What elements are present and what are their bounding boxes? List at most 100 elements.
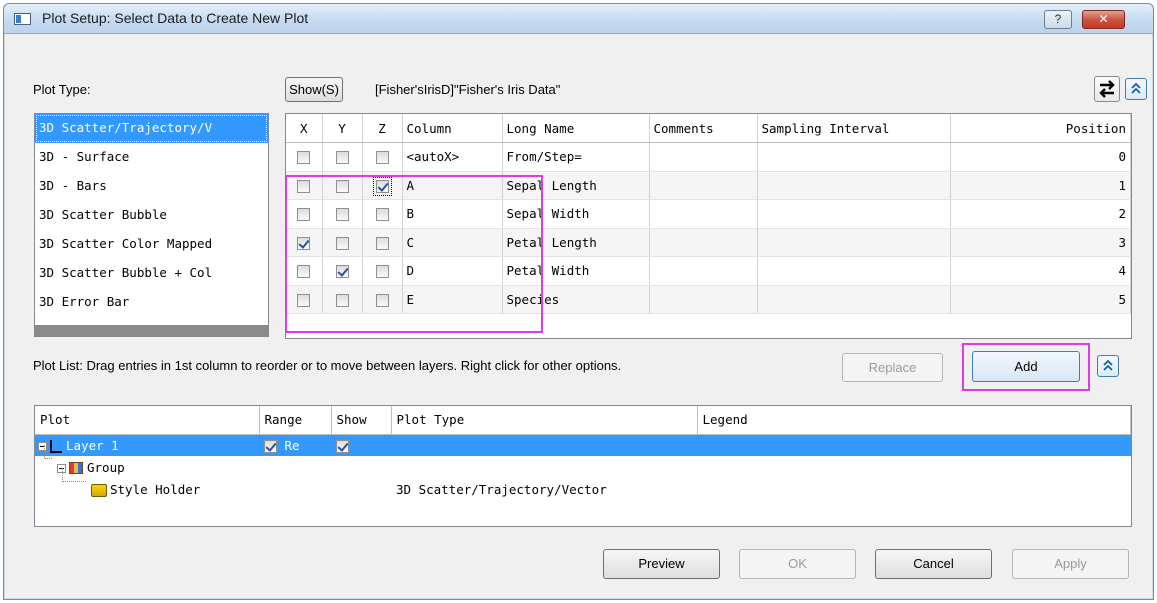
- window-icon: [14, 13, 31, 25]
- grid-cell-z: [362, 285, 403, 314]
- grid-cell-y: [322, 228, 363, 257]
- columns-grid[interactable]: X Y Z Column Long Name Comments Sampling…: [285, 113, 1132, 339]
- z-checkbox[interactable]: [372, 176, 392, 196]
- x-checkbox[interactable]: [297, 151, 311, 165]
- header-sampling-interval[interactable]: Sampling Interval: [757, 114, 951, 143]
- position-cell: 2: [950, 199, 1131, 229]
- plot-type-item[interactable]: 3D - Surface: [35, 143, 268, 172]
- grid-cell-y: [322, 171, 363, 200]
- y-checkbox[interactable]: [335, 265, 349, 279]
- header-position[interactable]: Position: [950, 114, 1131, 143]
- y-checkbox[interactable]: [335, 151, 349, 165]
- z-checkbox[interactable]: [375, 208, 389, 222]
- plot-type-label: Plot Type:: [33, 82, 91, 97]
- header-x[interactable]: X: [286, 114, 323, 143]
- layer-range-checkbox[interactable]: [264, 439, 277, 453]
- header-z[interactable]: Z: [362, 114, 403, 143]
- z-checkbox[interactable]: [375, 236, 389, 250]
- style-holder-label: Style Holder: [110, 481, 201, 497]
- y-checkbox[interactable]: [335, 208, 349, 222]
- grid-cell-x: [286, 228, 323, 257]
- plot-list-header-plot-type[interactable]: Plot Type: [391, 406, 698, 435]
- plot-list-row-layer[interactable]: Layer 1 Re: [35, 434, 1131, 456]
- style-holder-icon: [91, 483, 107, 497]
- x-checkbox[interactable]: [297, 293, 311, 307]
- cancel-button[interactable]: Cancel: [875, 549, 992, 579]
- sampling-interval-cell: [757, 199, 951, 229]
- grid-cell-x: [286, 256, 323, 286]
- plot-type-item[interactable]: 3D Scatter Color Mapped: [35, 230, 268, 259]
- plot-type-item[interactable]: 3D Scatter Bubble + Col: [35, 259, 268, 288]
- add-button[interactable]: Add: [972, 351, 1080, 382]
- collapse-top-icon[interactable]: [1125, 78, 1147, 100]
- x-checkbox[interactable]: [297, 265, 311, 279]
- column-cell: E: [402, 285, 503, 314]
- y-checkbox[interactable]: [335, 293, 349, 307]
- plot-list-row-style-holder[interactable]: Style Holder 3D Scatter/Trajectory/Vecto…: [35, 478, 1131, 500]
- grid-row[interactable]: D Petal Width 4: [286, 256, 1131, 286]
- long-name-cell: Sepal Width: [502, 199, 650, 229]
- replace-button[interactable]: Replace: [842, 353, 943, 382]
- title-bar[interactable]: Plot Setup: Select Data to Create New Pl…: [4, 4, 1153, 34]
- grid-row[interactable]: <autoX> From/Step= 0: [286, 142, 1131, 172]
- plot-type-item[interactable]: 3D Scatter Bubble: [35, 201, 268, 230]
- plot-type-item[interactable]: 3D Error Bar: [35, 288, 268, 317]
- swap-icon[interactable]: [1094, 76, 1120, 102]
- plot-type-item[interactable]: 3D Scatter/Trajectory/V: [35, 114, 268, 143]
- long-name-cell: From/Step=: [502, 142, 650, 172]
- header-y[interactable]: Y: [322, 114, 363, 143]
- plot-type-list[interactable]: 3D Scatter/Trajectory/V 3D - Surface 3D - …: [34, 113, 269, 337]
- x-checkbox[interactable]: [297, 236, 311, 250]
- z-checkbox[interactable]: [375, 151, 389, 165]
- comments-cell: [649, 199, 758, 229]
- long-name-cell: Petal Width: [502, 256, 650, 286]
- close-button[interactable]: ✕: [1082, 10, 1125, 29]
- header-long-name[interactable]: Long Name: [502, 114, 650, 143]
- preview-button[interactable]: Preview: [603, 549, 720, 579]
- plot-list-header-plot[interactable]: Plot: [35, 406, 260, 435]
- z-checkbox[interactable]: [375, 265, 389, 279]
- sampling-interval-cell: [757, 256, 951, 286]
- long-name-cell: Petal Length: [502, 228, 650, 257]
- x-checkbox[interactable]: [297, 179, 311, 193]
- layer-legend: [697, 434, 1131, 456]
- layer-show-checkbox[interactable]: [336, 439, 349, 453]
- plot-list-header-legend[interactable]: Legend: [697, 406, 1131, 435]
- grid-cell-y: [322, 199, 363, 229]
- grid-row[interactable]: C Petal Length 3: [286, 228, 1131, 257]
- grid-cell-z: [362, 142, 403, 172]
- grid-cell-y: [322, 256, 363, 286]
- header-comments[interactable]: Comments: [649, 114, 758, 143]
- plot-type-item[interactable]: 3D - Bars: [35, 172, 268, 201]
- ok-button[interactable]: OK: [739, 549, 856, 579]
- column-cell: C: [402, 228, 503, 257]
- y-checkbox[interactable]: [335, 236, 349, 250]
- help-button[interactable]: ?: [1044, 10, 1072, 29]
- grid-cell-z: [362, 199, 403, 229]
- style-holder-legend: [697, 478, 1131, 500]
- y-checkbox[interactable]: [335, 179, 349, 193]
- layer-label: Layer 1: [66, 437, 119, 453]
- column-cell: D: [402, 256, 503, 286]
- header-column[interactable]: Column: [402, 114, 503, 143]
- plot-list[interactable]: Plot Range Show Plot Type Legend Layer 1…: [34, 405, 1132, 527]
- plot-list-header-range[interactable]: Range: [259, 406, 332, 435]
- apply-button[interactable]: Apply: [1012, 549, 1129, 579]
- collapse-bottom-icon[interactable]: [1097, 355, 1119, 377]
- show-button[interactable]: Show(S): [285, 77, 343, 102]
- long-name-cell: Sepal Length: [502, 171, 650, 200]
- plot-list-header-show[interactable]: Show: [331, 406, 392, 435]
- column-cell: A: [402, 171, 503, 200]
- position-cell: 3: [950, 228, 1131, 257]
- grid-row[interactable]: E Species 5: [286, 285, 1131, 314]
- style-holder-plot-type: 3D Scatter/Trajectory/Vector: [396, 481, 607, 497]
- grid-cell-z: [362, 256, 403, 286]
- plot-list-row-group[interactable]: Group: [35, 456, 1131, 478]
- x-checkbox[interactable]: [297, 208, 311, 222]
- comments-cell: [649, 228, 758, 257]
- z-checkbox[interactable]: [375, 293, 389, 307]
- grid-row[interactable]: B Sepal Width 2: [286, 199, 1131, 229]
- grid-row[interactable]: A Sepal Length 1: [286, 171, 1131, 200]
- sampling-interval-cell: [757, 142, 951, 172]
- position-cell: 1: [950, 171, 1131, 200]
